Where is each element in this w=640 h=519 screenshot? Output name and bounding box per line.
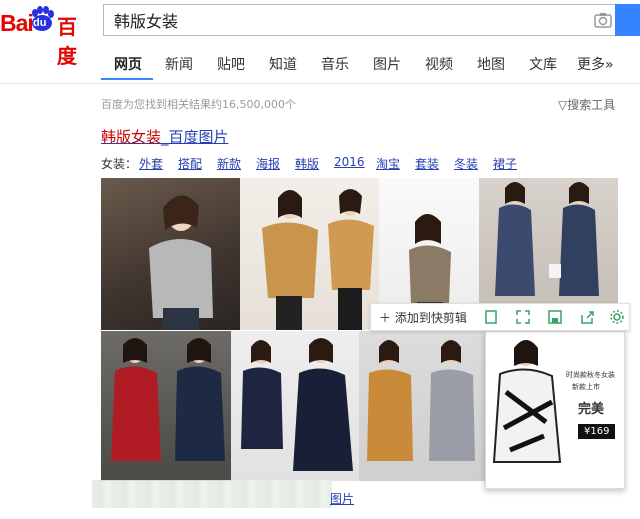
blurred-caption (92, 480, 332, 508)
result-image[interactable] (240, 178, 379, 330)
nav-divider (0, 83, 640, 84)
tab-tieba[interactable]: 贴吧 (217, 54, 245, 74)
tag-link[interactable]: 海报 (256, 155, 280, 172)
result-count: 百度为您找到相关结果约16,500,000个 (101, 98, 296, 111)
share-icon[interactable] (579, 309, 595, 325)
save-icon[interactable] (547, 309, 563, 325)
result-image[interactable] (101, 178, 240, 330)
tag-link[interactable]: 搭配 (178, 155, 202, 172)
tags-label: 女装： (101, 157, 138, 171)
settings-icon[interactable] (609, 309, 625, 325)
active-tab-underline (101, 78, 153, 80)
result-image[interactable] (359, 331, 485, 481)
ad-headline: 完美 (578, 402, 605, 417)
tab-zhidao[interactable]: 知道 (269, 54, 297, 74)
ad-line-2: 新款上市 (572, 383, 600, 391)
camera-icon[interactable] (594, 11, 612, 29)
tag-link[interactable]: 2016 (334, 155, 365, 169)
search-box (103, 4, 615, 36)
search-input[interactable] (104, 5, 594, 35)
tag-link[interactable]: 新款 (217, 155, 241, 172)
woman-photo-icon (241, 338, 353, 471)
tag-link[interactable]: 套装 (415, 155, 439, 172)
search-tools-button[interactable]: ▽搜索工具 (558, 96, 615, 113)
result-title-link[interactable]: 韩版女装_百度图片 (101, 126, 229, 147)
tag-row: 女装： 外套 搭配 新款 海报 韩版 2016 淘宝 套装 冬装 裙子 (101, 155, 517, 172)
tab-music[interactable]: 音乐 (321, 54, 349, 74)
expand-icon[interactable] (515, 309, 531, 325)
tag-link[interactable]: 外套 (139, 155, 163, 172)
clip-toolbar: ＋ 添加到快剪辑 (370, 303, 630, 331)
woman-photo-icon (111, 338, 225, 461)
ad-line-1: 时尚款秋冬女装 (566, 371, 615, 379)
result-image[interactable] (231, 331, 359, 481)
add-to-clip-label: 添加到快剪辑 (394, 311, 467, 325)
logo-text-bai: Bai (0, 10, 34, 36)
woman-photo-icon (149, 195, 213, 330)
result-image[interactable] (479, 178, 618, 303)
woman-photo-icon (367, 340, 475, 461)
tab-web[interactable]: 网页 (114, 54, 142, 74)
tab-more[interactable]: 更多» (577, 54, 614, 74)
copy-icon[interactable] (483, 309, 499, 325)
top-bar: Bai du 百度 (0, 0, 640, 68)
ad-preview-panel[interactable]: 时尚款秋冬女装 新款上市 完美 ¥169 (485, 331, 625, 489)
ad-price: ¥169 (578, 424, 616, 439)
search-button[interactable] (615, 4, 640, 36)
add-to-clip-button[interactable]: ＋ 添加到快剪辑 (379, 309, 467, 326)
woman-photo-icon (495, 182, 599, 296)
woman-photo-icon (262, 189, 374, 330)
tag-link[interactable]: 淘宝 (376, 155, 400, 172)
tag-link[interactable]: 冬装 (454, 155, 478, 172)
logo-text-du: du (33, 17, 47, 29)
tab-video[interactable]: 视频 (425, 54, 453, 74)
result-title-highlight: 韩版女装 (101, 128, 162, 146)
tab-map[interactable]: 地图 (477, 54, 505, 74)
tab-news[interactable]: 新闻 (165, 54, 193, 74)
result-image[interactable] (101, 331, 231, 481)
tag-link[interactable]: 韩版 (295, 155, 319, 172)
nav-tabs: 网页 新闻 贴吧 知道 音乐 图片 视频 地图 文库 更多» (0, 48, 640, 82)
tag-link[interactable]: 裙子 (493, 155, 517, 172)
image-caption-link[interactable]: 图片 (330, 490, 354, 507)
tab-wenku[interactable]: 文库 (529, 54, 557, 74)
tab-images[interactable]: 图片 (373, 54, 401, 74)
baidu-logo[interactable]: Bai du 百度 (0, 6, 96, 68)
result-title-rest: _百度图片 (161, 128, 229, 146)
